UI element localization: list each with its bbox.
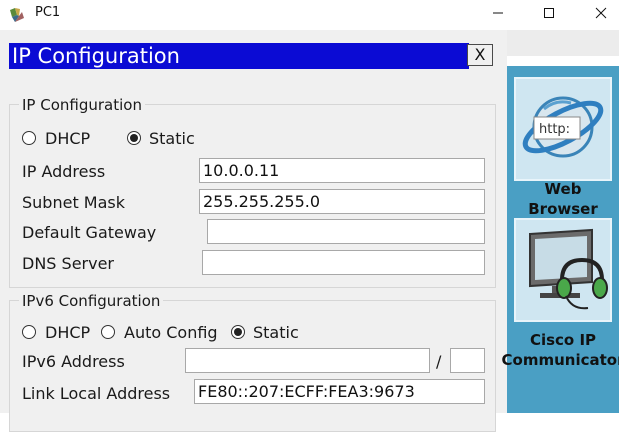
cisco-ip-communicator-icon [529,228,608,310]
window-titlebar: PC1 [0,0,619,30]
web-browser-label-line1: Web [544,180,582,198]
ipv4-static-radio[interactable] [127,131,141,145]
dialog-title: IP Configuration [12,44,180,68]
ipv6-static-label[interactable]: Static [253,323,299,342]
ipv6-prefix-field[interactable] [450,348,485,373]
maximize-button[interactable] [526,2,572,28]
dns-server-field[interactable] [202,250,485,275]
ipv4-dhcp-radio[interactable] [22,131,36,145]
web-browser-icon: http: [522,96,604,158]
ip-address-label: IP Address [22,162,106,181]
cisco-ip-communicator-label-line1: Cisco IP [529,331,597,349]
ip-address-field[interactable]: 10.0.0.11 [199,158,485,183]
dialog-close-button[interactable]: X [467,44,493,66]
tab-strip [507,30,619,56]
ipv4-legend: IP Configuration [19,96,145,114]
ipv4-dhcp-label[interactable]: DHCP [45,129,90,148]
ipv6-address-label: IPv6 Address [22,352,125,371]
window-title: PC1 [35,5,61,20]
cisco-ip-communicator-tile[interactable] [514,218,612,322]
pc-app-icon [10,8,24,22]
minimize-button[interactable] [475,2,521,28]
dialog-header: IP Configuration [9,43,469,69]
cisco-ip-communicator-label-line2: Communicator [501,351,619,369]
desktop-apps-panel: http: Web Browser Cisco IP Communicator [502,66,619,413]
close-icon [595,7,607,19]
cisco-ip-communicator-label: Cisco IP Communicator [497,330,619,370]
ipv6-dhcp-radio[interactable] [22,325,36,339]
ipv6-prefix-separator: / [436,352,442,371]
http-label: http: [539,122,570,137]
ipv6-legend: IPv6 Configuration [19,292,164,310]
ipv6-auto-config-radio[interactable] [101,325,115,339]
dns-server-label: DNS Server [22,254,114,273]
maximize-icon [544,8,554,18]
link-local-address-field[interactable]: FE80::207:ECFF:FEA3:9673 [194,379,485,404]
ipv6-address-field[interactable] [185,348,430,373]
web-browser-label-line2: Browser [528,200,598,216]
minimize-icon [493,12,503,14]
ipv6-static-radio[interactable] [231,325,245,339]
cisco-ip-communicator-app[interactable]: Cisco IP Communicator [502,218,619,413]
web-browser-label: Web Browser [507,179,619,216]
subnet-mask-label: Subnet Mask [22,193,126,212]
subnet-mask-field[interactable]: 255.255.255.0 [199,189,485,214]
window-close-button[interactable] [578,2,619,28]
ipv6-dhcp-label[interactable]: DHCP [45,323,90,342]
default-gateway-label: Default Gateway [22,223,157,242]
ipv6-auto-config-label[interactable]: Auto Config [124,323,218,342]
default-gateway-field[interactable] [207,219,485,244]
web-browser-tile[interactable]: http: [514,77,612,181]
ipv4-static-label[interactable]: Static [149,129,195,148]
web-browser-app[interactable]: http: Web Browser [507,66,619,216]
link-local-address-label: Link Local Address [22,384,171,403]
